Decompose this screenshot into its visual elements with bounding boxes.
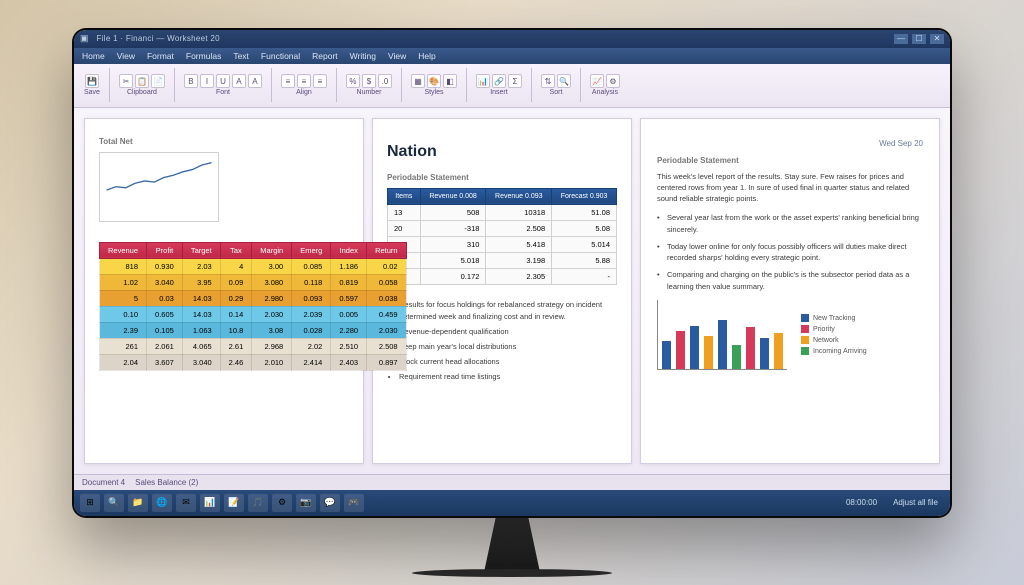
date-label: Wed Sep 20 — [657, 139, 923, 148]
menu-home[interactable]: Home — [82, 51, 105, 61]
taskbar-icon[interactable]: 📊 — [200, 494, 220, 512]
ribbon-btn[interactable]: U — [216, 74, 230, 88]
taskbar: ⊞🔍📁🌐✉📊📝🎵⚙📷💬🎮08:00:00Adjust all file — [74, 490, 950, 516]
menu-functional[interactable]: Functional — [261, 51, 300, 61]
taskbar-icon[interactable]: 🔍 — [104, 494, 124, 512]
ribbon-btn[interactable]: 📋 — [135, 74, 149, 88]
maximize-button[interactable]: ☐ — [912, 34, 926, 44]
ribbon-btn[interactable]: ⚙ — [606, 74, 620, 88]
ribbon-btn[interactable]: ≡ — [281, 74, 295, 88]
app-icon: ▣ — [80, 33, 89, 44]
ribbon-btn[interactable]: B — [184, 74, 198, 88]
taskbar-icon[interactable]: 📁 — [128, 494, 148, 512]
line-chart[interactable] — [99, 152, 219, 222]
ribbon-btn[interactable]: 📄 — [151, 74, 165, 88]
ribbon-btn[interactable]: 📊 — [476, 74, 490, 88]
taskbar-clock[interactable]: 08:00:00 — [840, 498, 883, 507]
ribbon-btn[interactable]: 🔗 — [492, 74, 506, 88]
sheet-tab-1[interactable]: Document 4 — [82, 478, 125, 487]
ribbon-btn[interactable]: ≡ — [297, 74, 311, 88]
taskbar-icon[interactable]: 📝 — [224, 494, 244, 512]
ribbon-btn[interactable]: I — [200, 74, 214, 88]
taskbar-icon[interactable]: 📷 — [296, 494, 316, 512]
summary-table[interactable]: ItemsRevenue 0.008Revenue 0.093Forecast … — [387, 188, 617, 285]
ribbon-btn[interactable]: ✂ — [119, 74, 133, 88]
taskbar-icon[interactable]: 🎮 — [344, 494, 364, 512]
title-bar: ▣ File 1 · Financi — Worksheet 20 — ☐ ✕ — [74, 30, 950, 48]
ribbon-btn[interactable]: A — [232, 74, 246, 88]
ribbon-btn[interactable]: ⇅ — [541, 74, 555, 88]
close-button[interactable]: ✕ — [930, 34, 944, 44]
left-pane: Total Net RevenueProfitTargetTaxMarginEm… — [84, 118, 364, 464]
ribbon-btn[interactable]: .0 — [378, 74, 392, 88]
bar-chart-area: New TrackingPriorityNetworkIncoming Arri… — [657, 300, 923, 370]
ribbon-btn[interactable]: ≡ — [313, 74, 327, 88]
ribbon-btn[interactable]: 🔍 — [557, 74, 571, 88]
ribbon-toolbar: 💾Save✂📋📄ClipboardBIUAAFont≡≡≡Align%$.0Nu… — [74, 64, 950, 108]
paragraph-1: This week's level report of the results.… — [657, 171, 923, 205]
ribbon-btn[interactable]: ▦ — [411, 74, 425, 88]
sheet-tab-2[interactable]: Sales Balance (2) — [135, 478, 198, 487]
ribbon-btn[interactable]: Σ — [508, 74, 522, 88]
ribbon-btn[interactable]: 💾 — [85, 74, 99, 88]
taskbar-icon[interactable]: 💬 — [320, 494, 340, 512]
menu-report[interactable]: Report — [312, 51, 338, 61]
ribbon-btn[interactable]: $ — [362, 74, 376, 88]
menu-text[interactable]: Text — [233, 51, 249, 61]
bar-chart[interactable] — [657, 300, 787, 370]
taskbar-icon[interactable]: 🌐 — [152, 494, 172, 512]
right-pane: Wed Sep 20 Periodable Statement This wee… — [640, 118, 940, 464]
bullet-1: Several year last from the work or the a… — [657, 212, 923, 235]
document-title: Nation — [387, 143, 617, 161]
ribbon-btn[interactable]: 🎨 — [427, 74, 441, 88]
chart-legend: New TrackingPriorityNetworkIncoming Arri… — [801, 300, 867, 370]
mid-table-header: Periodable Statement — [387, 173, 617, 182]
chart-label: Total Net — [99, 137, 349, 146]
menu-view[interactable]: View — [388, 51, 406, 61]
menu-writing[interactable]: Writing — [350, 51, 376, 61]
bullet-3: Comparing and charging on the public's i… — [657, 269, 923, 292]
taskbar-icon[interactable]: ⚙ — [272, 494, 292, 512]
ribbon-btn[interactable]: ◧ — [443, 74, 457, 88]
taskbar-icon[interactable]: ⊞ — [80, 494, 100, 512]
minimize-button[interactable]: — — [894, 34, 908, 44]
menu-format[interactable]: Format — [147, 51, 174, 61]
mid-pane: Nation Periodable Statement ItemsRevenue… — [372, 118, 632, 464]
sheet-tab-bar: Document 4 Sales Balance (2) — [74, 474, 950, 490]
taskbar-icon[interactable]: 🎵 — [248, 494, 268, 512]
ribbon-btn[interactable]: A — [248, 74, 262, 88]
menu-help[interactable]: Help — [418, 51, 435, 61]
bullet-list: Results for focus holdings for rebalance… — [387, 299, 617, 383]
ribbon-btn[interactable]: % — [346, 74, 360, 88]
data-table[interactable]: RevenueProfitTargetTaxMarginEmergIndexRe… — [99, 242, 407, 371]
menu-formulas[interactable]: Formulas — [186, 51, 221, 61]
menu-bar: Home View Format Formulas Text Functional Repo… — [74, 48, 950, 64]
bullet-2: Today lower online for only focus possib… — [657, 241, 923, 264]
right-subheader: Periodable Statement — [657, 156, 923, 165]
menu-view[interactable]: View — [117, 51, 135, 61]
taskbar-icon[interactable]: ✉ — [176, 494, 196, 512]
window-title: File 1 · Financi — Worksheet 20 — [97, 34, 886, 43]
ribbon-btn[interactable]: 📈 — [590, 74, 604, 88]
